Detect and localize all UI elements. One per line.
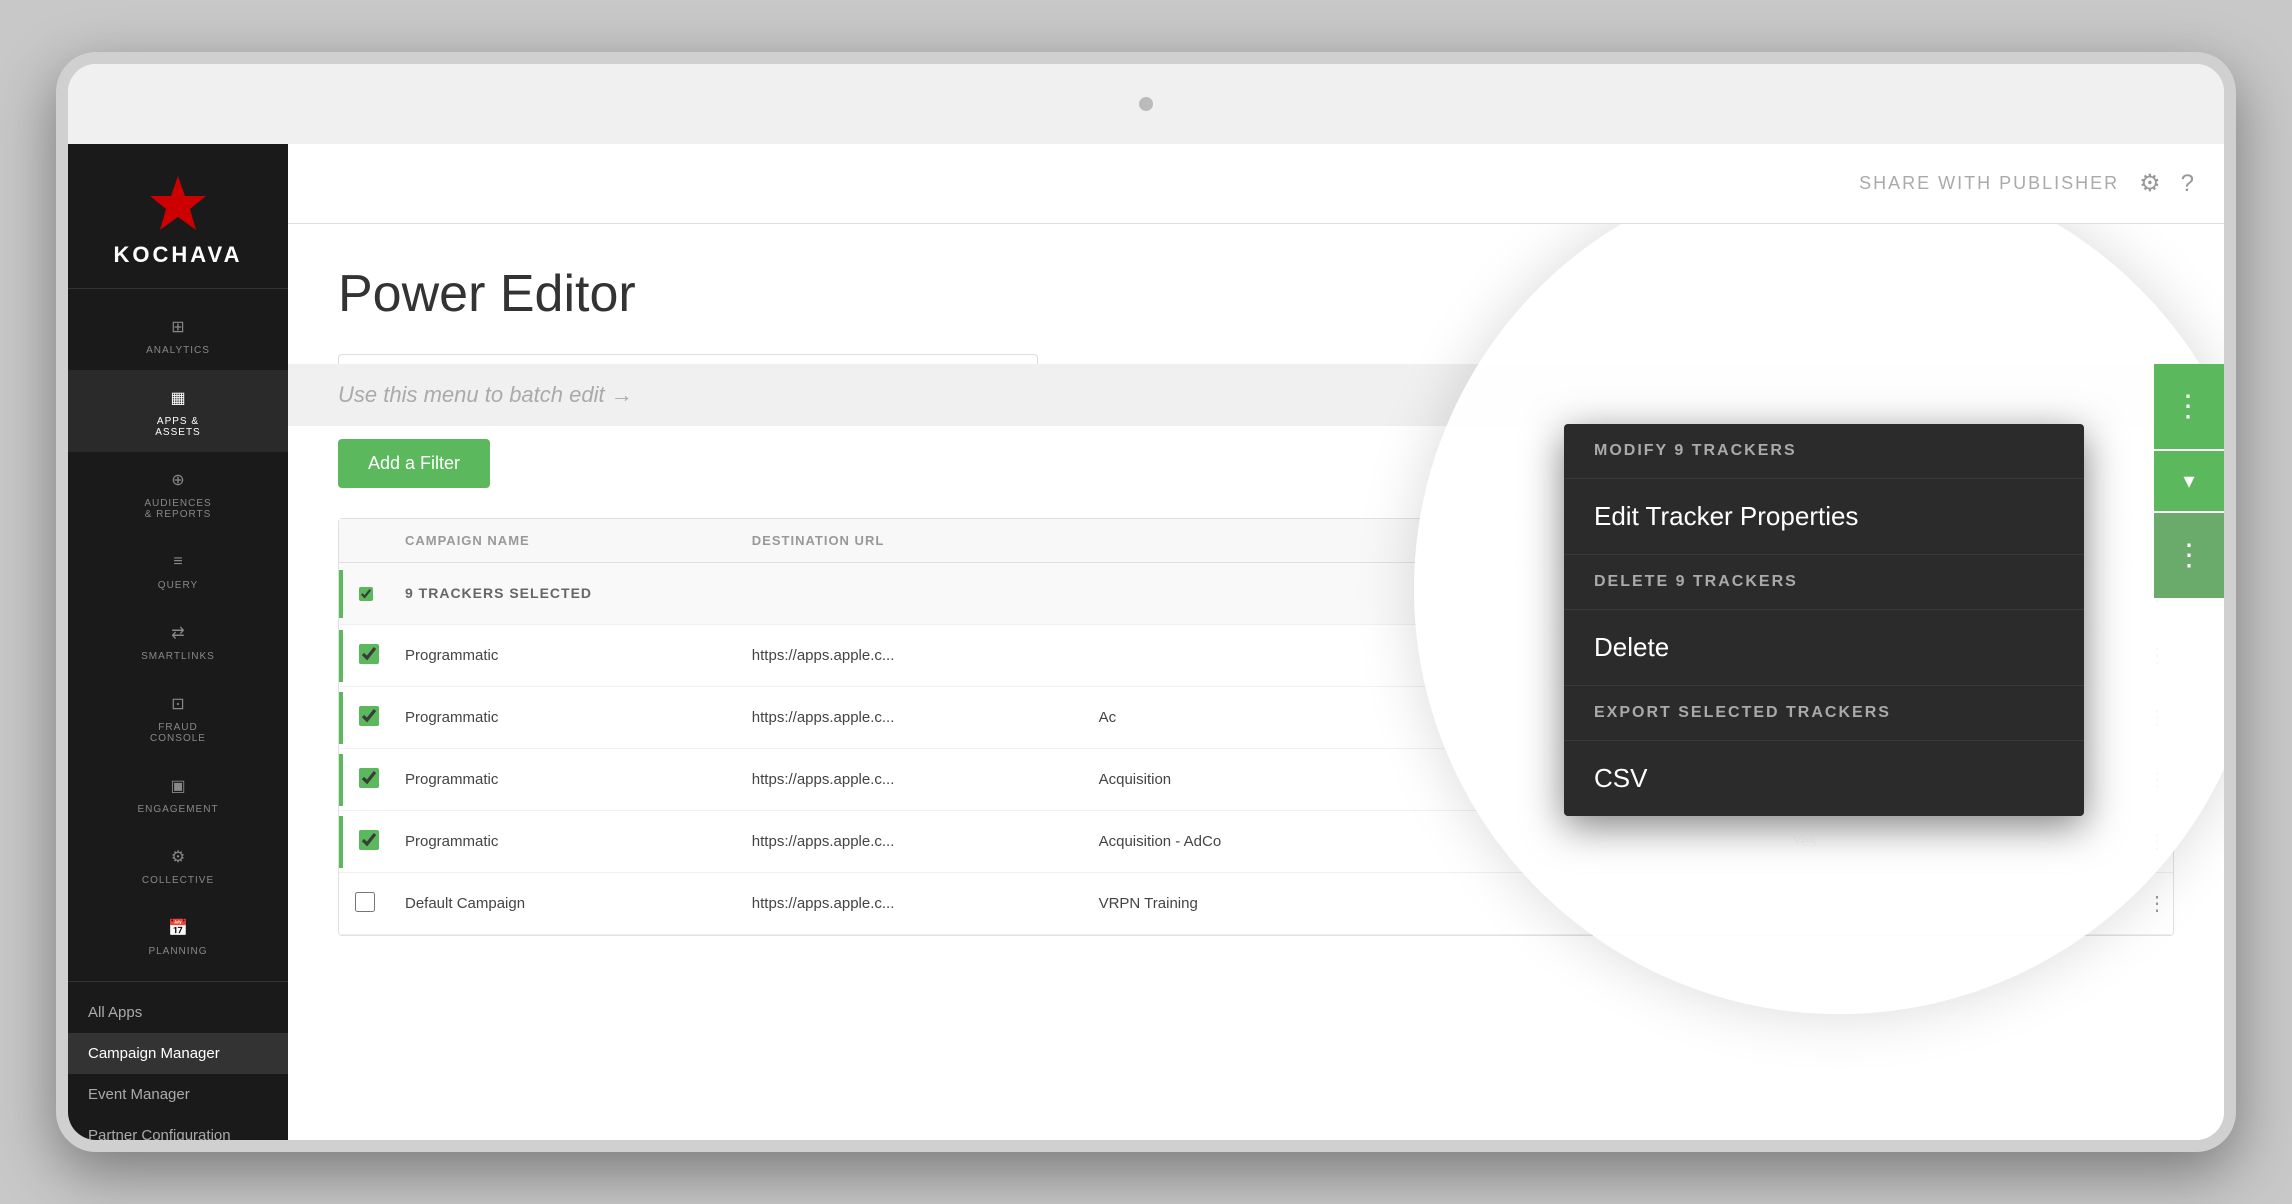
row5-url: https://apps.apple.c... [736,881,936,926]
col-campaign-name-header: CAMPAIGN NAME [389,519,736,562]
apps-assets-icon: ▦ [164,384,192,412]
query-icon: ≡ [164,548,192,576]
three-dot-icon-2: ⋮ [2174,538,2204,573]
engagement-icon: ▣ [164,772,192,800]
sidebar-item-audiences[interactable]: ⊕ AUDIENCES& REPORTS [68,452,288,534]
row3-col3: Acquisition [1083,757,1430,802]
selected-count-cell: 9 TRACKERS SELECTED [389,571,736,616]
fraud-label: FRAUDCONSOLE [150,722,206,744]
kochava-star-icon [148,174,208,234]
row2-checkbox-cell[interactable] [339,692,389,744]
collective-icon: ⚙ [164,843,192,871]
row1-campaign: Programmatic [389,633,736,678]
batch-action-button[interactable]: ⋮ [2154,364,2224,449]
sidebar-item-planning[interactable]: 📅 PLANNING [68,900,288,971]
dropdown-delete-item[interactable]: Delete [1564,610,2084,686]
row2-campaign: Programmatic [389,695,736,740]
dropdown-delete-label: DELETE 9 TRACKERS [1564,555,2084,610]
select-all-checkbox[interactable] [359,584,373,604]
main-content: KOCHAVA ⊞ ANALYTICS ▦ APPS &ASSETS ⊕ AUD… [68,144,2224,1140]
gear-button[interactable]: ⚙ [2139,169,2161,198]
row4-checkbox-cell[interactable] [339,816,389,868]
fraud-icon: ⊡ [164,690,192,718]
dropdown-csv-item[interactable]: CSV [1564,741,2084,816]
row4-url: https://apps.apple.c... [736,819,936,864]
chevron-down-button[interactable]: ▾ [2154,451,2224,511]
engagement-label: ENGAGEMENT [137,804,218,815]
row2-col3: Ac [1083,695,1430,740]
col-destination-url-header: DESTINATION URL [736,519,1083,562]
row3-url: https://apps.apple.c... [736,757,936,802]
row5-checkbox-cell[interactable] [339,878,389,930]
row3-campaign: Programmatic [389,757,736,802]
page-body: Power Editor Use this menu to batch edit… [288,224,2224,1140]
analytics-icon: ⊞ [164,313,192,341]
right-action-strip: ⋮ ▾ ⋮ [2154,364,2224,598]
smartlinks-icon: ⇄ [164,619,192,647]
chevron-down-icon: ▾ [2183,468,2194,494]
apps-assets-label: APPS &ASSETS [155,416,200,438]
top-bar [68,64,2224,144]
row5-checkbox[interactable] [355,892,375,912]
analytics-label: ANALYTICS [146,345,210,356]
ellipsis-icon: ⋮ [2173,389,2205,424]
row5-campaign: Default Campaign [389,881,736,926]
row1-col3 [1083,642,1430,670]
row1-checkbox-cell[interactable] [339,630,389,682]
planning-icon: 📅 [164,914,192,942]
share-with-publisher-text: SHARE WITH PUBLISHER [1859,173,2119,194]
tablet-frame: KOCHAVA ⊞ ANALYTICS ▦ APPS &ASSETS ⊕ AUD… [56,52,2236,1152]
audiences-label: AUDIENCES& REPORTS [144,498,211,520]
sidebar-nav-icons: ⊞ ANALYTICS ▦ APPS &ASSETS ⊕ AUDIENCES& … [68,289,288,982]
row3-checkbox-cell[interactable] [339,754,389,806]
top-bar-dot [1139,97,1153,111]
dropdown-modify-label: MODIFY 9 TRACKERS [1564,424,2084,479]
sidebar-item-partner-config[interactable]: Partner Configuration [68,1115,288,1140]
sidebar-item-smartlinks[interactable]: ⇄ SMARTLINKS [68,605,288,676]
app-header: SHARE WITH PUBLISHER ⚙ ? [288,144,2224,224]
collective-label: COLLECTIVE [142,875,214,886]
sidebar-item-fraud[interactable]: ⊡ FRAUDCONSOLE [68,676,288,758]
query-label: QUERY [158,580,198,591]
smartlinks-label: SMARTLINKS [141,651,215,662]
selected-checkbox-cell[interactable] [339,570,389,618]
sidebar-item-campaign-manager[interactable]: Campaign Manager [68,1033,288,1074]
row5-col3: VRPN Training [1083,881,1430,926]
sidebar-item-engagement[interactable]: ▣ ENGAGEMENT [68,758,288,829]
selected-trackers-label: 9 TRACKERS SELECTED [405,585,592,601]
row2-url: https://apps.apple.c... [736,695,936,740]
help-button[interactable]: ? [2181,170,2194,198]
row1-checkbox[interactable] [359,644,379,664]
col-type-header [1083,519,1430,562]
audiences-icon: ⊕ [164,466,192,494]
sidebar: KOCHAVA ⊞ ANALYTICS ▦ APPS &ASSETS ⊕ AUD… [68,144,288,1140]
sidebar-item-event-manager[interactable]: Event Manager [68,1074,288,1115]
dropdown-export-label: EXPORT SELECTED TRACKERS [1564,686,2084,741]
logo-text: KOCHAVA [114,242,243,268]
row4-campaign: Programmatic [389,819,736,864]
row2-checkbox[interactable] [359,706,379,726]
row5-three-dot-button[interactable]: ⋮ [2139,887,2175,920]
col-checkbox-header [339,519,389,562]
sidebar-item-all-apps[interactable]: All Apps [68,992,288,1033]
row1-url: https://apps.apple.c... [736,633,936,678]
sidebar-logo: KOCHAVA [68,144,288,289]
empty-cell-2 [1083,580,1430,608]
sidebar-item-collective[interactable]: ⚙ COLLECTIVE [68,829,288,900]
sidebar-item-query[interactable]: ≡ QUERY [68,534,288,605]
row4-col3: Acquisition - AdCo [1083,819,1430,864]
secondary-action-button[interactable]: ⋮ [2154,513,2224,598]
empty-cell-1 [736,580,1083,608]
sidebar-item-analytics[interactable]: ⊞ ANALYTICS [68,299,288,370]
dropdown-menu: MODIFY 9 TRACKERS Edit Tracker Propertie… [1564,424,2084,816]
add-filter-button[interactable]: Add a Filter [338,439,490,488]
row3-checkbox[interactable] [359,768,379,788]
row4-checkbox[interactable] [359,830,379,850]
right-content: SHARE WITH PUBLISHER ⚙ ? Power Editor Us… [288,144,2224,1140]
sidebar-item-apps-assets[interactable]: ▦ APPS &ASSETS [68,370,288,452]
sidebar-menu: All Apps Campaign Manager Event Manager … [68,982,288,1140]
dropdown-edit-tracker-properties[interactable]: Edit Tracker Properties [1564,479,2084,555]
planning-label: PLANNING [148,946,207,957]
